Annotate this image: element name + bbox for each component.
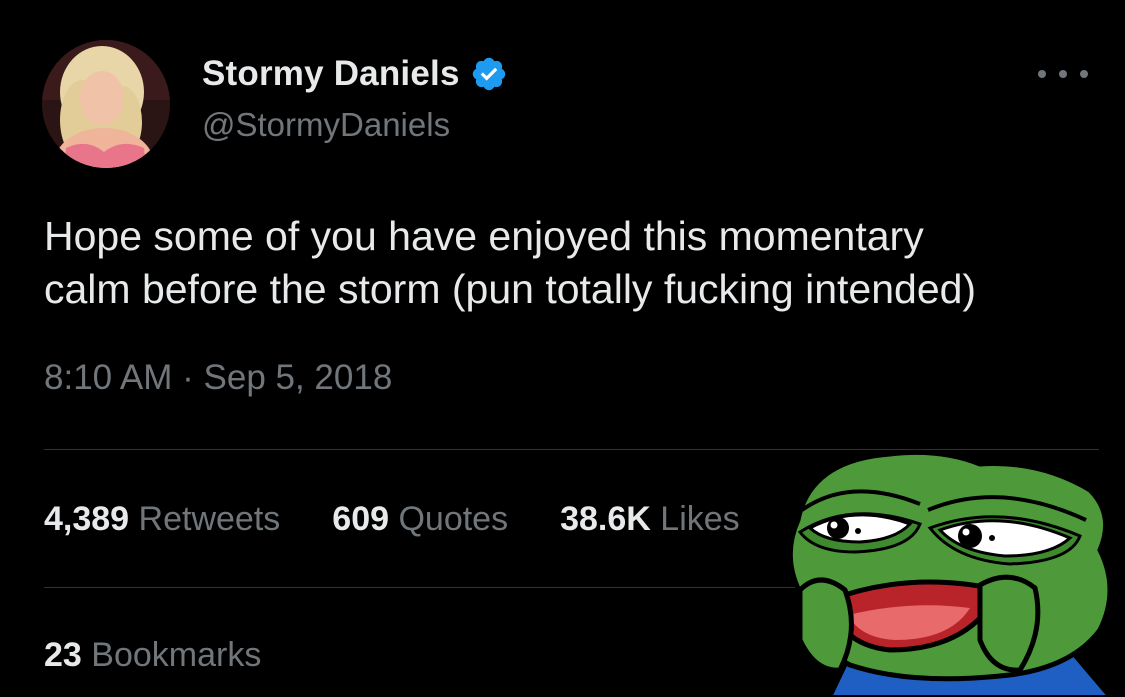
tweet-timestamp[interactable]: 8:10 AM · Sep 5, 2018 (44, 358, 392, 398)
avatar[interactable] (42, 40, 170, 168)
pepe-frog-sticker (787, 449, 1113, 697)
more-horizontal-icon[interactable] (1028, 62, 1098, 86)
tweet-text-line: Hope some of you have enjoyed this momen… (44, 213, 924, 259)
verified-badge-icon[interactable] (470, 55, 508, 93)
retweets-label: Retweets (138, 499, 281, 538)
avatar-image (42, 40, 170, 168)
quotes-stat[interactable]: 609 Quotes (332, 500, 508, 539)
retweets-count: 4,389 (44, 499, 130, 538)
bookmarks-label: Bookmarks (91, 636, 262, 674)
bookmarks-stat[interactable]: 23 Bookmarks (44, 636, 261, 675)
likes-stat[interactable]: 38.6K Likes (560, 500, 740, 539)
quotes-count: 609 (332, 499, 390, 538)
quotes-label: Quotes (398, 499, 509, 538)
display-name-row: Stormy Daniels (202, 52, 508, 96)
engagement-stats: 4,389 Retweets 609 Quotes 38.6K Likes (44, 497, 792, 541)
display-name[interactable]: Stormy Daniels (202, 54, 460, 94)
retweets-stat[interactable]: 4,389 Retweets (44, 500, 280, 539)
tweet-text-line: calm before the storm (pun totally fucki… (44, 266, 977, 312)
user-handle[interactable]: @StormyDaniels (202, 106, 450, 144)
likes-count: 38.6K (560, 499, 651, 538)
tweet-text: Hope some of you have enjoyed this momen… (44, 210, 1104, 316)
bookmarks-count: 23 (44, 636, 82, 674)
likes-label: Likes (660, 499, 740, 538)
